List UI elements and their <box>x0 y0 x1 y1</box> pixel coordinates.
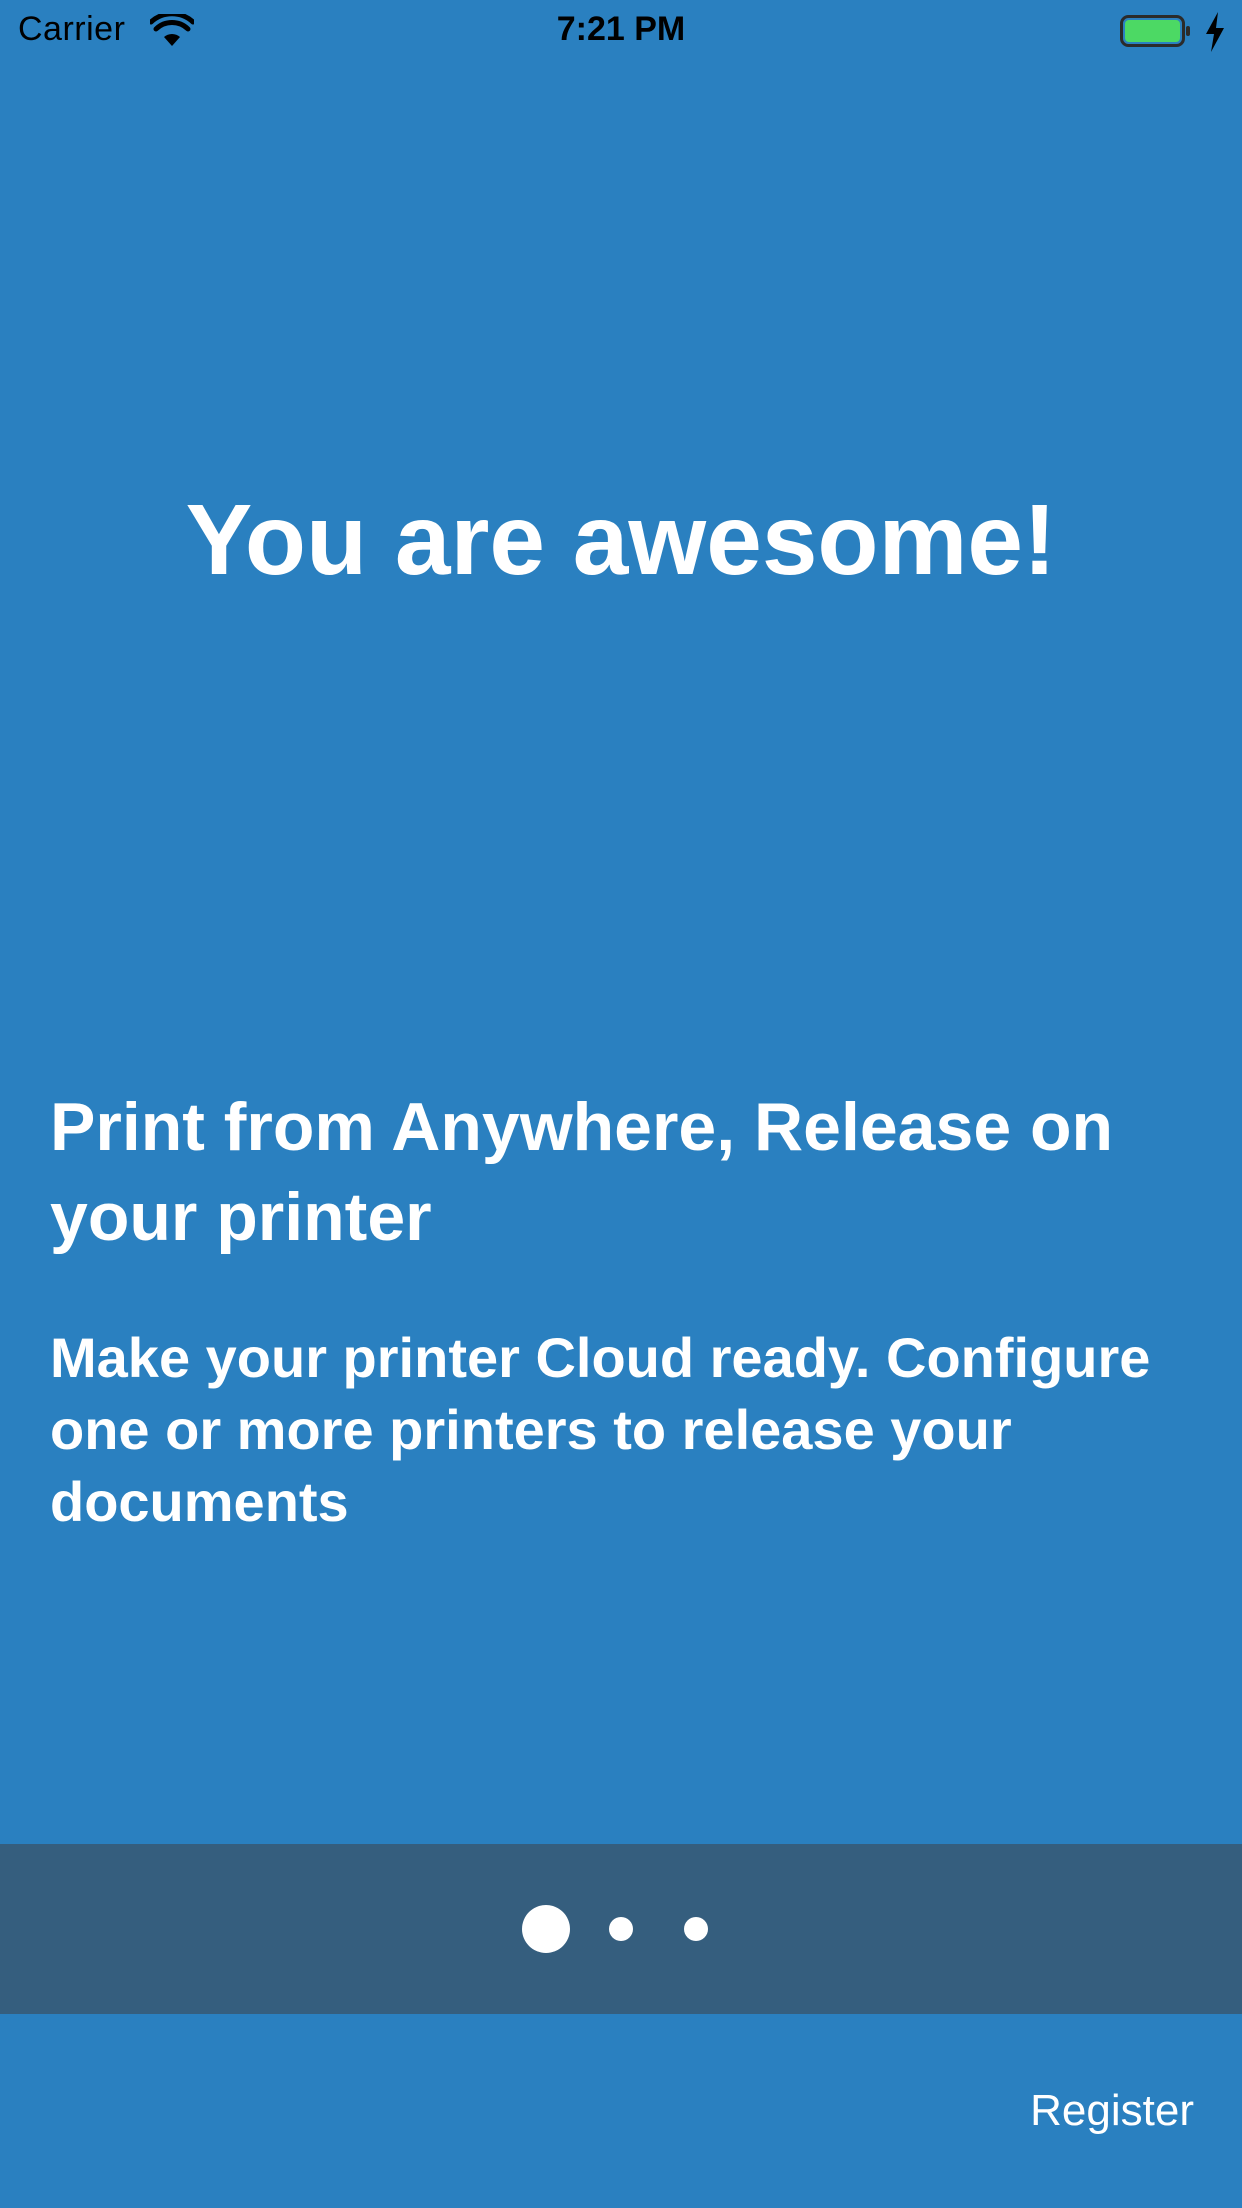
status-bar: Carrier 7:21 PM <box>0 0 1242 60</box>
page-dot-3[interactable] <box>684 1917 708 1941</box>
hero-title: You are awesome! <box>185 484 1057 596</box>
charging-bolt-icon <box>1206 12 1224 52</box>
page-indicator-bar <box>0 1844 1242 2014</box>
page-dot-1-active[interactable] <box>522 1905 570 1953</box>
onboarding-headline: Print from Anywhere, Release on your pri… <box>50 1089 1114 1255</box>
register-button[interactable]: Register <box>1030 2086 1194 2136</box>
onboarding-description: Make your printer Cloud ready. Configure… <box>50 1326 1151 1533</box>
page-control[interactable] <box>0 1844 1242 2014</box>
battery-charging-icon <box>1120 15 1190 47</box>
page-dot-2[interactable] <box>609 1917 633 1941</box>
status-time: 7:21 PM <box>556 10 686 48</box>
